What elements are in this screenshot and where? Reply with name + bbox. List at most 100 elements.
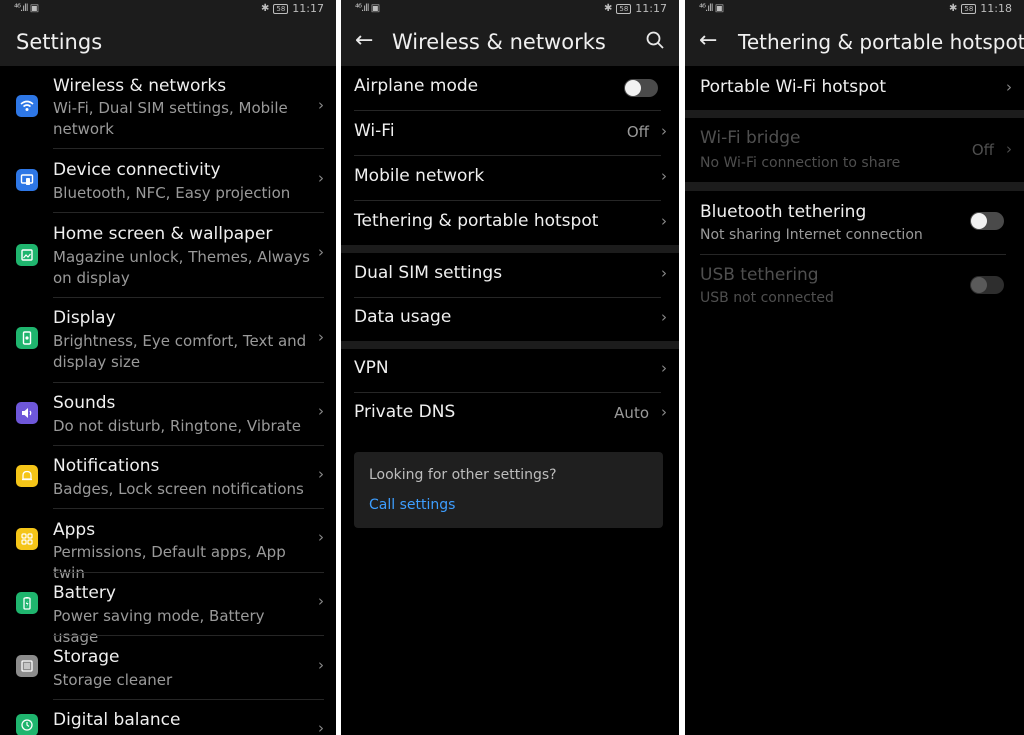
chevron-right-icon: › — [318, 656, 324, 674]
portable-wifi-hotspot-row[interactable]: Portable Wi-Fi hotspot › — [685, 66, 1024, 110]
section-gap — [685, 182, 1024, 191]
dual-sim-settings-row[interactable]: Dual SIM settings › — [341, 253, 679, 297]
settings-item-title: Storage — [53, 647, 120, 667]
row-value: Auto — [614, 404, 649, 422]
app-bar: ← Tethering & portable hotspot — [685, 16, 1024, 66]
chevron-right-icon: › — [1006, 78, 1012, 96]
settings-item-home-screen-wallpaper[interactable]: Home screen & wallpaper Magazine unlock,… — [0, 213, 336, 297]
settings-item-wireless-networks[interactable]: Wireless & networks Wi-Fi, Dual SIM sett… — [0, 66, 336, 148]
bluetooth-icon: ✱ — [948, 3, 958, 14]
page-title: Wireless & networks — [392, 30, 606, 54]
chevron-right-icon: › — [661, 264, 667, 282]
chevron-right-icon: › — [318, 169, 324, 187]
battery-indicator: 58 — [273, 3, 289, 14]
wifi-bridge-row[interactable]: Wi-Fi bridge No Wi-Fi connection to shar… — [685, 118, 1024, 182]
settings-item-subtitle: Badges, Lock screen notifications — [53, 480, 304, 498]
settings-item-notifications[interactable]: Notifications Badges, Lock screen notifi… — [0, 446, 336, 508]
call-settings-link[interactable]: Call settings — [369, 497, 455, 513]
airplane-mode-row[interactable]: Airplane mode — [341, 66, 679, 110]
chevron-right-icon: › — [318, 402, 324, 420]
settings-item-subtitle: Do not disturb, Ringtone, Vibrate — [53, 417, 301, 435]
settings-item-device-connectivity[interactable]: Device connectivity Bluetooth, NFC, Easy… — [0, 149, 336, 211]
settings-item-storage[interactable]: Storage Storage cleaner › — [0, 636, 336, 698]
bluetooth-icon: ✱ — [603, 3, 613, 14]
chevron-right-icon: › — [318, 592, 324, 610]
battery-indicator: 58 — [616, 3, 632, 14]
chevron-right-icon: › — [318, 719, 324, 735]
settings-item-battery[interactable]: Battery Power saving mode, Battery usage… — [0, 573, 336, 646]
bluetooth-tethering-row[interactable]: Bluetooth tethering Not sharing Internet… — [685, 191, 1024, 253]
settings-item-subtitle: Brightness, Eye comfort, Text and displa… — [53, 332, 307, 371]
chevron-right-icon: › — [661, 359, 667, 377]
battery-indicator: 58 — [961, 3, 977, 14]
settings-item-apps[interactable]: Apps Permissions, Default apps, App twin… — [0, 509, 336, 582]
battery-icon — [16, 592, 38, 614]
row-label: VPN — [354, 358, 389, 378]
app-bar: ← Wireless & networks — [341, 16, 679, 66]
vpn-row[interactable]: VPN › — [341, 348, 679, 392]
page-title: Tethering & portable hotspot — [738, 30, 1024, 54]
display-icon — [16, 327, 38, 349]
settings-item-title: Device connectivity — [53, 160, 221, 180]
settings-item-title: Wireless & networks — [53, 76, 227, 96]
digital-balance-icon — [16, 714, 38, 735]
tethering-hotspot-row[interactable]: Tethering & portable hotspot › — [341, 201, 679, 245]
clock: 11:17 — [635, 2, 667, 15]
row-label: Tethering & portable hotspot — [354, 211, 599, 231]
row-label: Dual SIM settings — [354, 263, 503, 283]
back-arrow-icon[interactable]: ← — [699, 28, 717, 53]
settings-item-subtitle: Storage cleaner — [53, 671, 173, 689]
settings-item-subtitle: Wi-Fi, Dual SIM settings, Mobile network — [53, 99, 288, 138]
wifi-icon — [16, 95, 38, 117]
apps-icon — [16, 528, 38, 550]
row-label: Wi-Fi — [354, 121, 395, 141]
row-label: Portable Wi-Fi hotspot — [700, 77, 887, 97]
status-bar: ⁴⁶.ıll ▣ ✱ 58 11:17 — [0, 0, 336, 16]
data-usage-row[interactable]: Data usage › — [341, 297, 679, 341]
bluetooth-tethering-toggle[interactable] — [970, 212, 1004, 230]
settings-item-title: Battery — [53, 583, 116, 603]
settings-item-title: Apps — [53, 520, 96, 540]
chevron-right-icon: › — [661, 308, 667, 326]
back-arrow-icon[interactable]: ← — [355, 28, 373, 53]
chevron-right-icon: › — [318, 465, 324, 483]
status-bar: ⁴⁶.ıll ▣ ✱ 58 11:18 — [685, 0, 1024, 16]
row-subtitle: No Wi-Fi connection to share — [700, 155, 901, 171]
chevron-right-icon: › — [661, 167, 667, 185]
private-dns-row[interactable]: Private DNS Auto › — [341, 392, 679, 436]
chevron-right-icon: › — [318, 528, 324, 546]
usb-tethering-row[interactable]: USB tethering USB not connected — [685, 255, 1024, 317]
row-subtitle: Not sharing Internet connection — [700, 227, 923, 243]
settings-item-subtitle: Magazine unlock, Themes, Always on displ… — [53, 248, 310, 287]
chevron-right-icon: › — [318, 96, 324, 114]
bluetooth-icon: ✱ — [260, 3, 270, 14]
settings-item-sounds[interactable]: Sounds Do not disturb, Ringtone, Vibrate… — [0, 383, 336, 445]
settings-item-subtitle: Bluetooth, NFC, Easy projection — [53, 184, 291, 202]
app-bar: Settings — [0, 16, 336, 66]
usb-tethering-toggle[interactable] — [970, 276, 1004, 294]
row-label: Airplane mode — [354, 76, 479, 96]
chevron-right-icon: › — [318, 328, 324, 346]
section-gap — [685, 110, 1024, 118]
row-label: Wi-Fi bridge — [700, 128, 801, 148]
device-connectivity-icon — [16, 169, 38, 191]
settings-item-display[interactable]: Display Brightness, Eye comfort, Text an… — [0, 298, 336, 382]
row-label: Bluetooth tethering — [700, 202, 867, 222]
row-label: Mobile network — [354, 166, 485, 186]
search-icon[interactable] — [645, 30, 665, 50]
mobile-network-row[interactable]: Mobile network › — [341, 156, 679, 200]
status-bar: ⁴⁶.ıll ▣ ✱ 58 11:17 — [341, 0, 679, 16]
bell-icon — [16, 465, 38, 487]
settings-item-digital-balance[interactable]: Digital balance › — [0, 700, 336, 735]
airplane-mode-toggle[interactable] — [624, 79, 658, 97]
row-subtitle: USB not connected — [700, 290, 834, 306]
storage-icon — [16, 655, 38, 677]
chevron-right-icon: › — [661, 212, 667, 230]
sound-icon — [16, 402, 38, 424]
section-gap — [341, 245, 679, 253]
settings-item-title: Display — [53, 308, 116, 328]
settings-screen: ⁴⁶.ıll ▣ ✱ 58 11:17 Settings Wireless & … — [0, 0, 336, 735]
signal-indicator: ⁴⁶.ıll ▣ — [355, 3, 380, 14]
signal-indicator: ⁴⁶.ıll ▣ — [699, 3, 724, 14]
wifi-row[interactable]: Wi-Fi Off › — [341, 111, 679, 155]
